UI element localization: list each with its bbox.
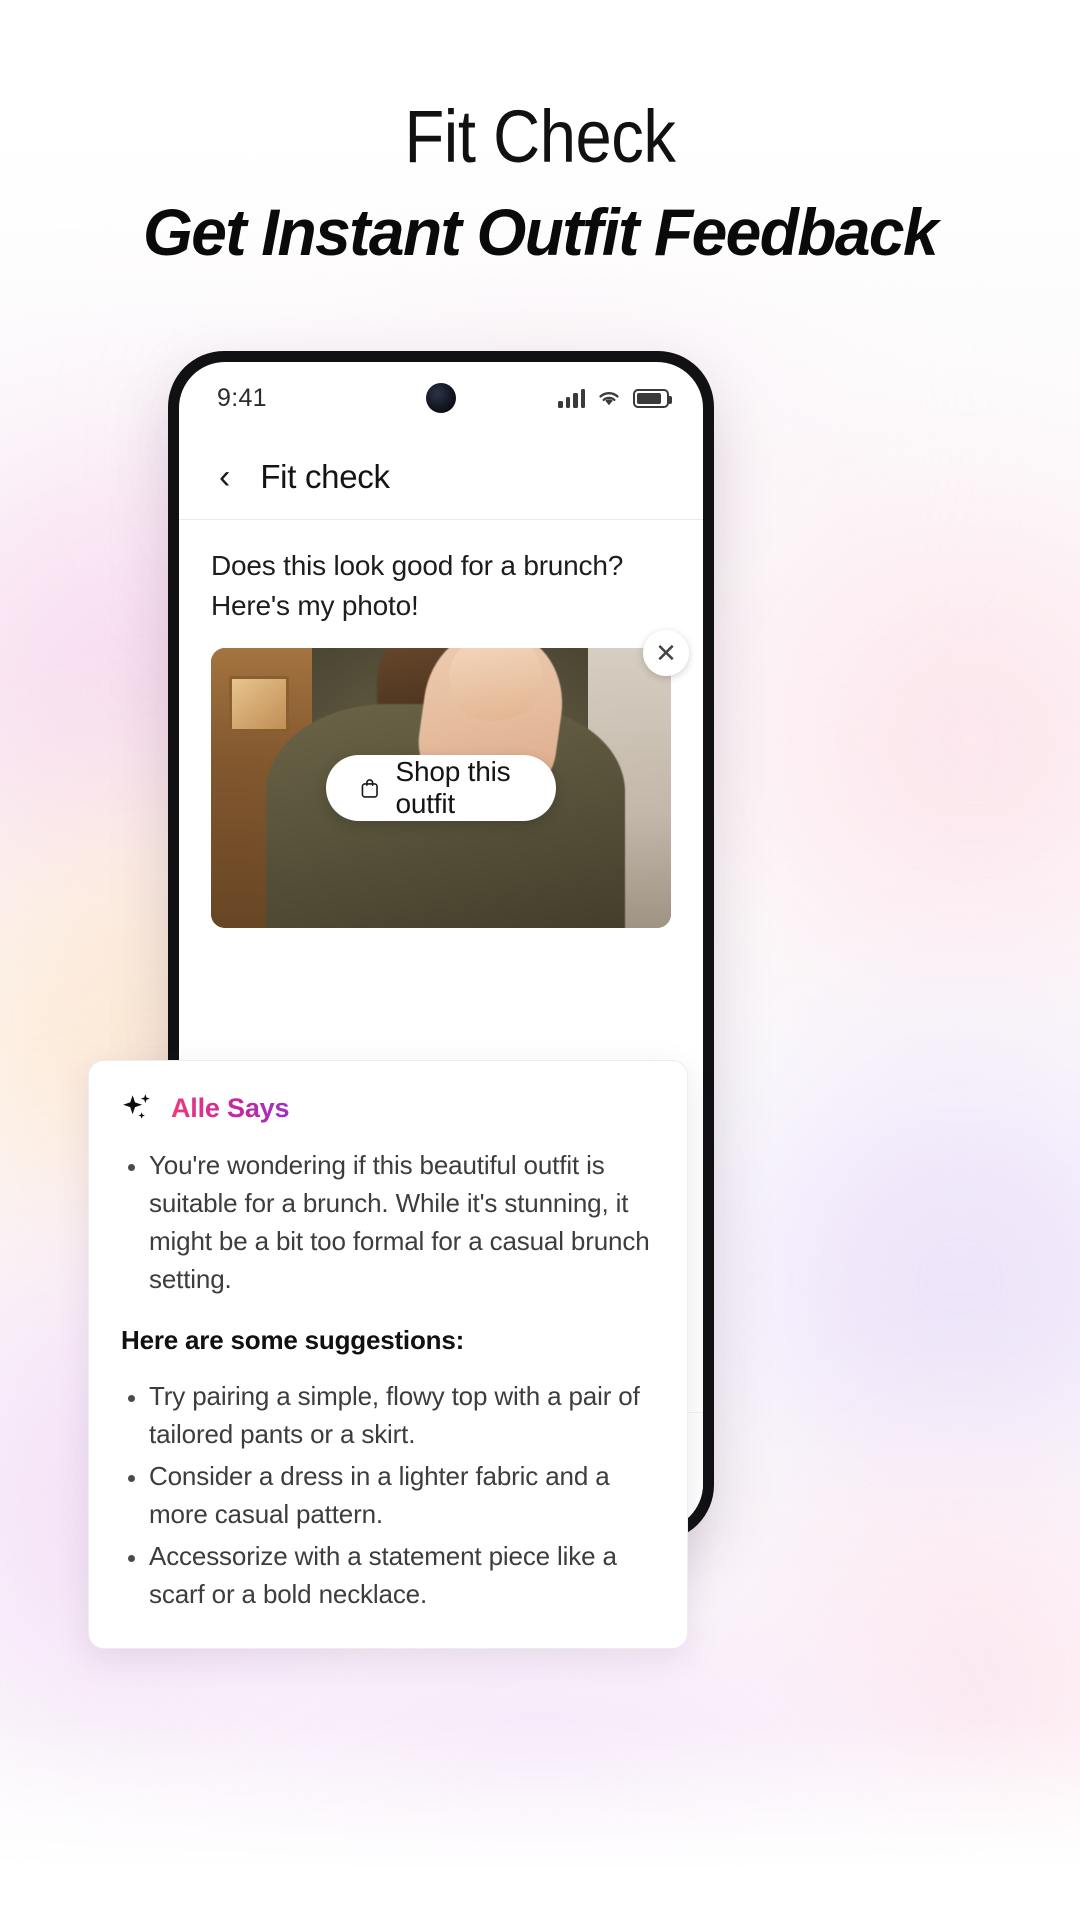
- status-bar: 9:41: [179, 362, 703, 434]
- user-message: Does this look good for a brunch? Here's…: [211, 550, 624, 621]
- list-item: Accessorize with a statement piece like …: [121, 1538, 657, 1614]
- promo-headline: Fit Check Get Instant Outfit Feedback: [0, 100, 1080, 270]
- alle-name-label: Alle Says: [171, 1092, 290, 1123]
- page-title: Fit check: [260, 457, 390, 495]
- alle-intro-list: You're wondering if this beautiful outfi…: [121, 1147, 657, 1299]
- promo-subtitle: Get Instant Outfit Feedback: [142, 195, 939, 269]
- back-button[interactable]: ‹: [213, 456, 236, 498]
- promo-title: Fit Check: [404, 95, 676, 178]
- battery-icon: [633, 389, 672, 408]
- front-camera-punch-hole: [426, 383, 456, 413]
- alle-response-card: Alle Says You're wondering if this beaut…: [88, 1060, 688, 1649]
- list-item: Try pairing a simple, flowy top with a p…: [121, 1378, 657, 1454]
- status-time: 9:41: [217, 383, 267, 412]
- alle-suggestions-list: Try pairing a simple, flowy top with a p…: [121, 1378, 657, 1614]
- alle-card-header: Alle Says: [121, 1091, 657, 1125]
- conversation-area: Does this look good for a brunch? Here's…: [179, 520, 703, 928]
- sparkle-icon: [123, 1094, 150, 1119]
- wifi-icon: [599, 392, 619, 406]
- list-item: You're wondering if this beautiful outfi…: [121, 1147, 657, 1299]
- status-icons: [558, 388, 672, 408]
- suggestions-heading: Here are some suggestions:: [121, 1324, 465, 1355]
- app-nav-bar: ‹ Fit check: [179, 434, 703, 520]
- signal-bars-icon: [558, 388, 585, 408]
- outfit-photo-block: ✕ Shop this outfit: [211, 629, 689, 928]
- close-icon[interactable]: ✕: [643, 629, 689, 676]
- shop-this-outfit-label: Shop this outfit: [395, 755, 511, 819]
- list-item: Consider a dress in a lighter fabric and…: [121, 1458, 657, 1534]
- shopping-bag-icon: [361, 778, 378, 798]
- shop-this-outfit-button[interactable]: Shop this outfit: [326, 754, 556, 821]
